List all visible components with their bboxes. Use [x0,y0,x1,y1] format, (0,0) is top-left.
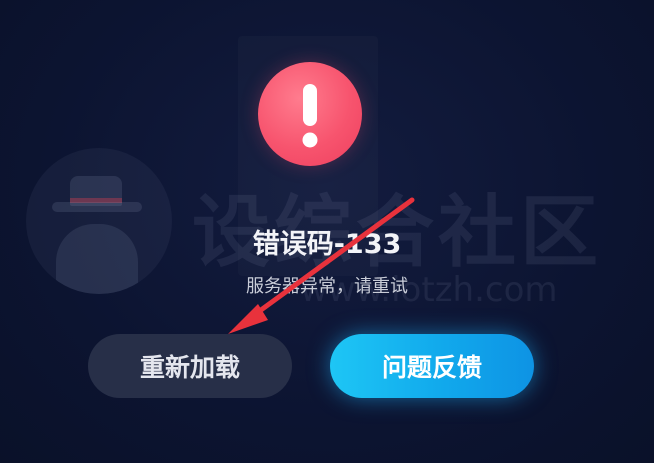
red-arrow-annotation-icon [228,197,415,334]
